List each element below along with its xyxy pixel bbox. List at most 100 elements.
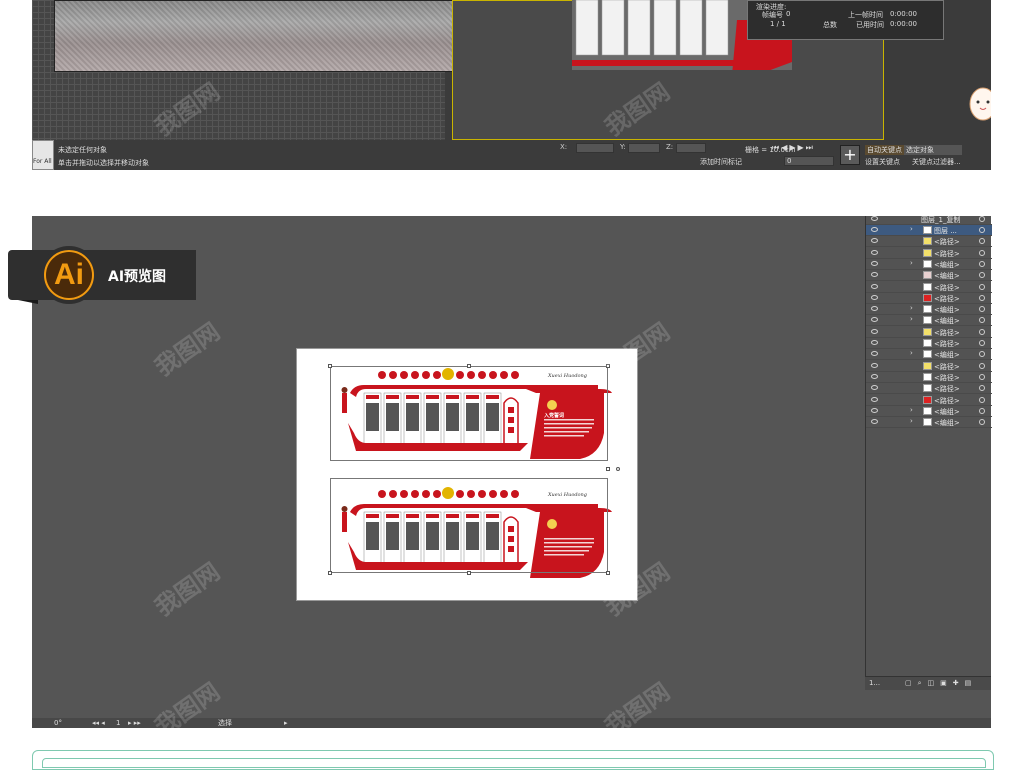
ai-preview-title: AI预览图: [108, 269, 167, 285]
expand-arrow-icon[interactable]: ›: [910, 259, 913, 267]
target-circle-icon[interactable]: [979, 351, 985, 358]
key-filters-button[interactable]: 关键点过滤器...: [912, 157, 961, 167]
layer-row[interactable]: <路径>: [866, 248, 992, 259]
rotation-value[interactable]: 0°: [54, 718, 62, 728]
visibility-eye-icon[interactable]: [871, 294, 878, 300]
layer-thumbnail: [923, 406, 932, 415]
target-circle-icon[interactable]: [979, 249, 985, 256]
layer-row[interactable]: › <编组>: [866, 417, 992, 429]
coord-x-input[interactable]: [576, 143, 614, 153]
layer-row[interactable]: › 图层 ...: [866, 225, 992, 236]
target-circle-icon[interactable]: [979, 407, 985, 414]
expand-arrow-icon[interactable]: ›: [910, 304, 913, 312]
layer-row-top[interactable]: 图层_1_复制: [866, 214, 992, 225]
target-circle-icon[interactable]: [979, 340, 985, 346]
layer-action-icons[interactable]: ▢⌕◫▣✚▤: [905, 677, 977, 689]
visibility-eye-icon[interactable]: [871, 362, 878, 368]
layer-row[interactable]: <路径>: [866, 236, 992, 248]
coord-z-input[interactable]: [676, 143, 706, 153]
layer-row[interactable]: <路径>: [866, 282, 992, 293]
expand-arrow-icon[interactable]: ›: [910, 417, 913, 425]
expand-arrow-icon[interactable]: ›: [910, 406, 913, 414]
layer-row[interactable]: <路径>: [866, 293, 992, 304]
target-circle-icon[interactable]: [979, 283, 985, 290]
layer-name: <路径>: [934, 340, 960, 348]
visibility-eye-icon[interactable]: [871, 328, 878, 334]
expand-arrow-icon[interactable]: ›: [910, 349, 913, 357]
layer-row[interactable]: <路径>: [866, 338, 992, 349]
add-time-tag[interactable]: 添加时间标记: [700, 157, 742, 167]
layer-row[interactable]: › <编组>: [866, 304, 992, 316]
page-number[interactable]: 1: [116, 718, 120, 728]
expand-arrow-icon[interactable]: ›: [910, 315, 913, 323]
page-nav-arrows[interactable]: ◂◂ ◂: [92, 718, 105, 728]
target-circle-icon[interactable]: [979, 216, 985, 222]
layer-row[interactable]: <路径>: [866, 361, 992, 372]
target-circle-icon[interactable]: [979, 396, 985, 403]
visibility-eye-icon[interactable]: [871, 396, 878, 402]
selection-handle[interactable]: [606, 364, 610, 368]
target-circle-icon[interactable]: [979, 227, 985, 233]
layer-row[interactable]: › <编组>: [866, 406, 992, 417]
auto-key-button[interactable]: 自动关键点: [865, 145, 904, 155]
target-circle-icon[interactable]: [979, 294, 985, 301]
visibility-eye-icon[interactable]: [871, 238, 878, 244]
target-circle-icon[interactable]: [979, 328, 985, 335]
target-circle-icon[interactable]: [979, 238, 985, 245]
maxscript-listener[interactable]: For All: [32, 140, 54, 170]
visibility-eye-icon[interactable]: [871, 216, 878, 221]
layer-row[interactable]: <路径>: [866, 395, 992, 406]
selection-bounds-top[interactable]: [330, 366, 608, 461]
current-frame-input[interactable]: 0: [784, 156, 834, 166]
target-circle-icon[interactable]: [979, 260, 985, 267]
layer-row[interactable]: › <编组>: [866, 349, 992, 361]
layer-row[interactable]: <路径>: [866, 327, 992, 338]
target-circle-icon[interactable]: [979, 373, 985, 380]
visibility-eye-icon[interactable]: [871, 249, 878, 255]
layer-row[interactable]: › <编组>: [866, 259, 992, 270]
layer-row[interactable]: › <编组>: [866, 315, 992, 327]
target-circle-icon[interactable]: [979, 362, 985, 369]
target-circle-icon[interactable]: [979, 385, 985, 392]
target-circle-icon[interactable]: [979, 419, 985, 426]
selection-handle[interactable]: [467, 364, 471, 368]
layer-row[interactable]: <路径>: [866, 372, 992, 383]
visibility-eye-icon[interactable]: [871, 227, 878, 232]
artboard[interactable]: Xuexi Huodong 入党誓词: [296, 348, 638, 601]
selection-handle[interactable]: [606, 467, 610, 471]
selection-handle[interactable]: [467, 571, 471, 575]
set-key-button[interactable]: +: [840, 145, 860, 165]
selection-handle[interactable]: [328, 571, 332, 575]
visibility-eye-icon[interactable]: [871, 317, 878, 323]
expand-arrow-icon[interactable]: ›: [910, 225, 913, 233]
target-circle-icon[interactable]: [979, 272, 985, 279]
visibility-eye-icon[interactable]: [871, 407, 878, 413]
target-circle-icon[interactable]: [979, 306, 985, 313]
target-circle-icon[interactable]: [979, 317, 985, 324]
layer-thumbnail: [923, 418, 932, 427]
layer-name: <路径>: [934, 362, 960, 371]
visibility-eye-icon[interactable]: [871, 340, 878, 345]
visibility-eye-icon[interactable]: [871, 260, 878, 266]
page-nav-arrows-next[interactable]: ▸ ▸▸: [128, 718, 141, 728]
selected-object-dropdown[interactable]: 选定对象: [904, 145, 962, 155]
playback-controls[interactable]: ⏮◀▶▶⏭: [772, 143, 832, 153]
visibility-eye-icon[interactable]: [871, 351, 878, 357]
rotate-handle[interactable]: [616, 467, 620, 471]
visibility-eye-icon[interactable]: [871, 306, 878, 312]
selection-handle[interactable]: [606, 571, 610, 575]
visibility-eye-icon[interactable]: [871, 272, 878, 278]
status-arrow-icon[interactable]: ▸: [284, 718, 288, 728]
coord-z-label: Z:: [666, 143, 674, 151]
coord-y-input[interactable]: [628, 143, 660, 153]
layer-thumbnail: [923, 293, 932, 302]
visibility-eye-icon[interactable]: [871, 419, 878, 425]
layer-row[interactable]: <路径>: [866, 383, 992, 395]
selection-handle[interactable]: [328, 364, 332, 368]
selection-bounds-bottom[interactable]: [330, 478, 608, 573]
visibility-eye-icon[interactable]: [871, 283, 878, 289]
layer-row[interactable]: <编组>: [866, 270, 992, 282]
set-key-toggle[interactable]: 设置关键点: [865, 157, 900, 167]
visibility-eye-icon[interactable]: [871, 385, 878, 391]
visibility-eye-icon[interactable]: [871, 373, 878, 379]
